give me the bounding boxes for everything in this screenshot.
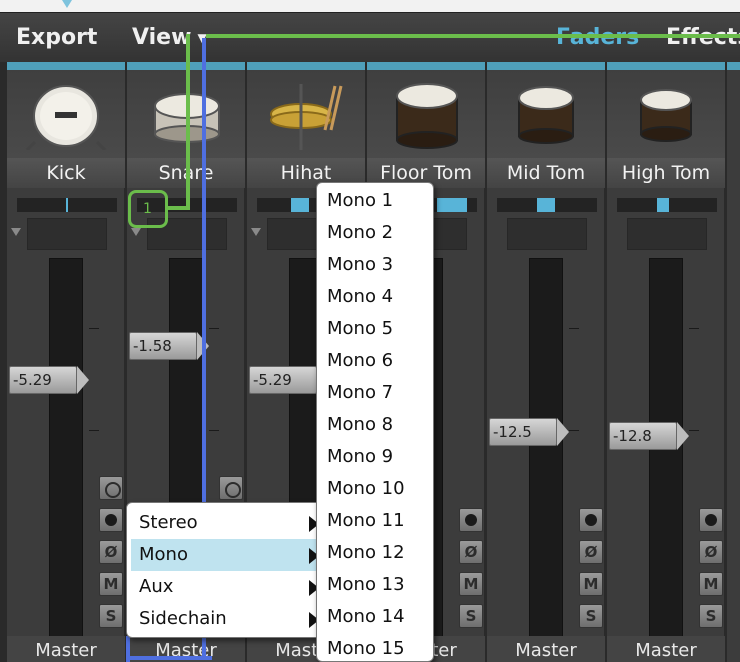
monitor-button[interactable] (699, 508, 723, 532)
routing-line-green (186, 34, 190, 210)
scale-tick (89, 328, 99, 329)
submenu-item-mono-14[interactable]: Mono 14 (327, 601, 405, 633)
routing-line-green (168, 206, 190, 210)
monitor-button[interactable] (579, 508, 603, 532)
input-dropdown-arrow-icon[interactable] (251, 228, 261, 236)
channel-color-cap (247, 62, 365, 70)
monitor-button[interactable] (99, 508, 123, 532)
submenu-item-mono-13[interactable]: Mono 13 (327, 569, 405, 601)
solo-button[interactable]: S (579, 604, 603, 628)
submenu-item-mono-8[interactable]: Mono 8 (327, 409, 393, 441)
solo-button[interactable]: S (699, 604, 723, 628)
pan-slider[interactable] (17, 198, 117, 212)
mute-button[interactable]: M (699, 572, 723, 596)
floor-tom-icon (367, 70, 485, 158)
menu-item-mono[interactable]: Mono (131, 539, 319, 571)
mute-button[interactable]: M (579, 572, 603, 596)
volume-fader-handle[interactable]: -12.8 (609, 422, 689, 450)
phase-button[interactable]: Ø (99, 540, 123, 564)
output-type-menu: Stereo Mono Aux Sidechain (126, 502, 326, 638)
fader-track[interactable] (529, 258, 563, 638)
hihat-icon (247, 70, 365, 158)
mute-button[interactable]: M (99, 572, 123, 596)
submenu-item-mono-6[interactable]: Mono 6 (327, 345, 393, 377)
high-tom-icon (607, 70, 725, 158)
output-selector[interactable]: Master (7, 636, 125, 662)
submenu-item-mono-12[interactable]: Mono 12 (327, 537, 405, 569)
channel-name: Kick (7, 158, 125, 188)
submenu-item-mono-11[interactable]: Mono 11 (327, 505, 405, 537)
pan-slider[interactable] (617, 198, 717, 212)
export-menu[interactable]: Export (16, 25, 97, 50)
volume-fader-handle[interactable]: -1.58 (129, 332, 209, 360)
scale-tick (209, 328, 219, 329)
channel-strip-mid-tom: Mid Tom -12.5 Ø M S Master (486, 62, 605, 662)
kick-drum-icon (7, 70, 125, 158)
menu-item-sidechain[interactable]: Sidechain (131, 603, 319, 635)
scale-tick (209, 430, 219, 431)
monitor-button[interactable] (459, 508, 483, 532)
submenu-item-mono-9[interactable]: Mono 9 (327, 441, 393, 473)
submenu-item-mono-15[interactable]: Mono 15 (327, 633, 405, 662)
menu-item-stereo[interactable]: Stereo (131, 507, 319, 539)
routing-line-green (206, 34, 740, 38)
top-strip (0, 0, 740, 12)
output-selector[interactable]: Master (487, 636, 605, 662)
submenu-item-mono-7[interactable]: Mono 7 (327, 377, 393, 409)
mid-tom-icon (487, 70, 605, 158)
submenu-item-mono-5[interactable]: Mono 5 (327, 313, 393, 345)
phase-button[interactable]: Ø (699, 540, 723, 564)
channel-strip-kick: Kick -5.29 Ø M S Master (6, 62, 125, 662)
menu-item-label: Mono (139, 544, 188, 565)
solo-button[interactable]: S (99, 604, 123, 628)
submenu-item-mono-3[interactable]: Mono 3 (327, 249, 393, 281)
scale-tick (689, 328, 699, 329)
channel-name: High Tom (607, 158, 725, 188)
submenu-item-mono-10[interactable]: Mono 10 (327, 473, 405, 505)
channel-strip-high-tom: High Tom -12.8 Ø M S Master (606, 62, 725, 662)
mono-submenu: Mono 1 Mono 2 Mono 3 Mono 4 Mono 5 Mono … (316, 182, 434, 662)
submenu-item-mono-1[interactable]: Mono 1 (327, 185, 393, 217)
input-selector[interactable] (627, 218, 707, 250)
output-selector[interactable]: Master (607, 636, 725, 662)
fader-track[interactable] (49, 258, 83, 638)
menu-item-label: Aux (139, 576, 174, 597)
scale-tick (89, 430, 99, 431)
input-dropdown-arrow-icon[interactable] (131, 228, 141, 236)
routing-badge[interactable]: 1 (128, 190, 168, 228)
channel-color-cap (607, 62, 725, 70)
input-dropdown-arrow-icon[interactable] (11, 228, 21, 236)
marker-icon (62, 0, 72, 8)
input-selector[interactable] (507, 218, 587, 250)
channel-name: Mid Tom (487, 158, 605, 188)
routing-line-blue (126, 656, 212, 660)
menu-item-label: Stereo (139, 512, 198, 533)
scale-tick (689, 430, 699, 431)
submenu-item-mono-4[interactable]: Mono 4 (327, 281, 393, 313)
view-menu-label: View (132, 25, 192, 50)
record-arm-button[interactable] (219, 476, 243, 500)
volume-fader-handle[interactable]: -5.29 (249, 366, 329, 394)
volume-fader-handle[interactable]: -5.29 (9, 366, 89, 394)
record-arm-button[interactable] (99, 476, 123, 500)
scale-tick (569, 430, 579, 431)
pan-slider[interactable] (497, 198, 597, 212)
phase-button[interactable]: Ø (459, 540, 483, 564)
scale-tick (569, 328, 579, 329)
phase-button[interactable]: Ø (579, 540, 603, 564)
channel-color-cap (727, 62, 740, 70)
volume-fader-handle[interactable]: -12.5 (489, 418, 569, 446)
channel-strip-partial (726, 62, 740, 662)
menu-item-label: Sidechain (139, 608, 227, 629)
menu-item-aux[interactable]: Aux (131, 571, 319, 603)
mute-button[interactable]: M (459, 572, 483, 596)
solo-button[interactable]: S (459, 604, 483, 628)
channel-color-cap (7, 62, 125, 70)
channel-color-cap (487, 62, 605, 70)
channel-color-cap (367, 62, 485, 70)
submenu-item-mono-2[interactable]: Mono 2 (327, 217, 393, 249)
view-menu[interactable]: View▼ (132, 25, 207, 50)
input-selector[interactable] (27, 218, 107, 250)
